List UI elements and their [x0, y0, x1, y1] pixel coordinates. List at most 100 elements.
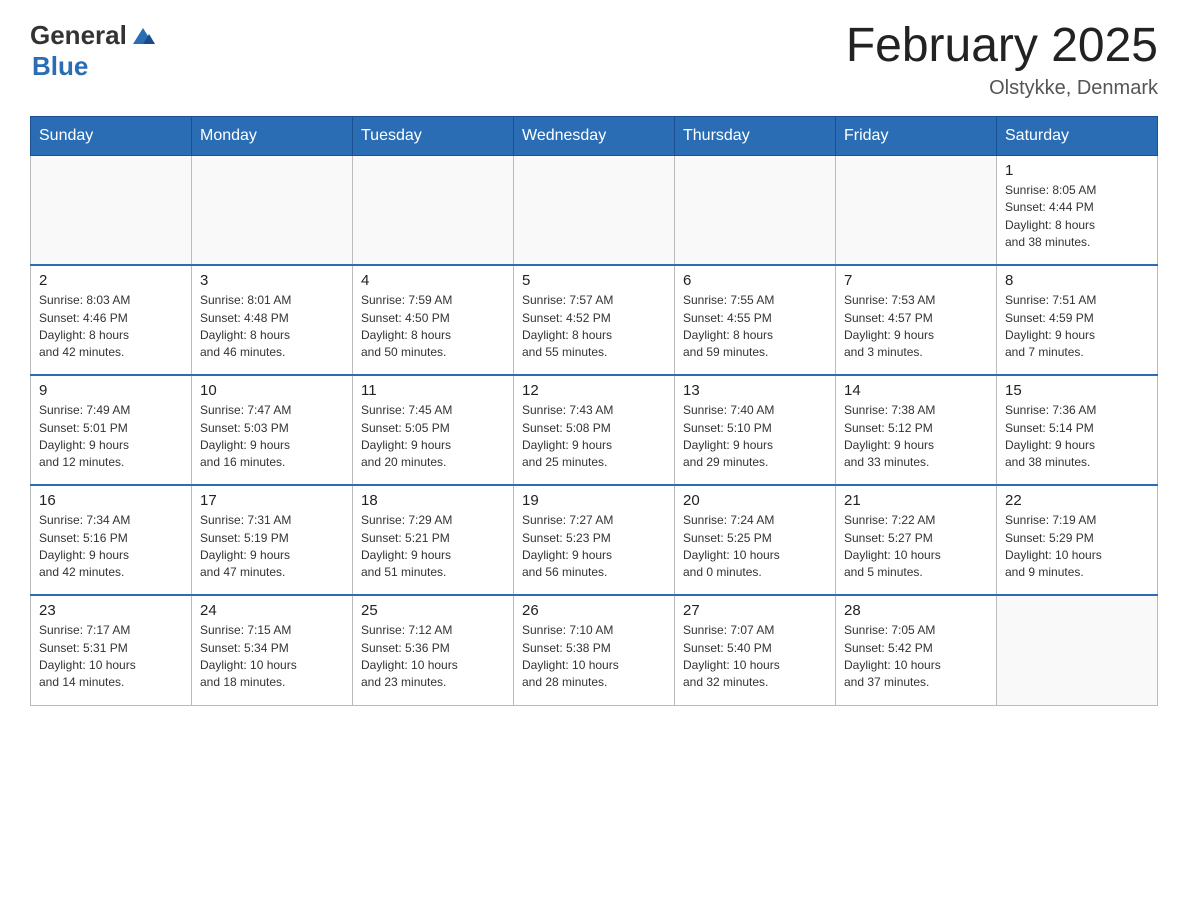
day-number: 12: [522, 382, 666, 399]
day-info: Sunrise: 7:38 AMSunset: 5:12 PMDaylight:…: [844, 402, 988, 472]
logo-general-text: General: [30, 20, 127, 51]
logo: General Blue: [30, 20, 157, 82]
day-info: Sunrise: 8:03 AMSunset: 4:46 PMDaylight:…: [39, 292, 183, 362]
day-info: Sunrise: 7:43 AMSunset: 5:08 PMDaylight:…: [522, 402, 666, 472]
day-info: Sunrise: 7:49 AMSunset: 5:01 PMDaylight:…: [39, 402, 183, 472]
day-number: 10: [200, 382, 344, 399]
day-info: Sunrise: 7:57 AMSunset: 4:52 PMDaylight:…: [522, 292, 666, 362]
calendar-day-cell: [31, 155, 192, 265]
day-number: 23: [39, 602, 183, 619]
day-info: Sunrise: 7:45 AMSunset: 5:05 PMDaylight:…: [361, 402, 505, 472]
day-info: Sunrise: 7:24 AMSunset: 5:25 PMDaylight:…: [683, 512, 827, 582]
day-number: 16: [39, 492, 183, 509]
calendar-day-cell: 20 Sunrise: 7:24 AMSunset: 5:25 PMDayligh…: [675, 485, 836, 595]
day-number: 18: [361, 492, 505, 509]
calendar-week-row: 2 Sunrise: 8:03 AMSunset: 4:46 PMDaylight…: [31, 265, 1158, 375]
day-number: 1: [1005, 162, 1149, 179]
calendar-day-cell: 1 Sunrise: 8:05 AMSunset: 4:44 PMDaylight…: [997, 155, 1158, 265]
day-info: Sunrise: 7:19 AMSunset: 5:29 PMDaylight:…: [1005, 512, 1149, 582]
calendar-day-header: Monday: [192, 116, 353, 155]
day-info: Sunrise: 8:01 AMSunset: 4:48 PMDaylight:…: [200, 292, 344, 362]
calendar-day-cell: 18 Sunrise: 7:29 AMSunset: 5:21 PMDayligh…: [353, 485, 514, 595]
calendar-day-cell: 9 Sunrise: 7:49 AMSunset: 5:01 PMDaylight…: [31, 375, 192, 485]
calendar-day-cell: 19 Sunrise: 7:27 AMSunset: 5:23 PMDayligh…: [514, 485, 675, 595]
day-info: Sunrise: 7:17 AMSunset: 5:31 PMDaylight:…: [39, 622, 183, 692]
day-number: 17: [200, 492, 344, 509]
day-number: 27: [683, 602, 827, 619]
calendar-day-cell: 27 Sunrise: 7:07 AMSunset: 5:40 PMDayligh…: [675, 595, 836, 705]
day-info: Sunrise: 7:27 AMSunset: 5:23 PMDaylight:…: [522, 512, 666, 582]
day-number: 3: [200, 272, 344, 289]
calendar-day-header: Sunday: [31, 116, 192, 155]
day-info: Sunrise: 7:51 AMSunset: 4:59 PMDaylight:…: [1005, 292, 1149, 362]
day-number: 9: [39, 382, 183, 399]
day-info: Sunrise: 7:07 AMSunset: 5:40 PMDaylight:…: [683, 622, 827, 692]
calendar-week-row: 16Sunrise: 7:34 AMSunset: 5:16 PMDayligh…: [31, 485, 1158, 595]
calendar-day-cell: 15 Sunrise: 7:36 AMSunset: 5:14 PMDayligh…: [997, 375, 1158, 485]
day-number: 28: [844, 602, 988, 619]
logo-icon: [129, 22, 157, 50]
calendar-day-cell: 17Sunrise: 7:31 AMSunset: 5:19 PMDayligh…: [192, 485, 353, 595]
day-info: Sunrise: 7:05 AMSunset: 5:42 PMDaylight:…: [844, 622, 988, 692]
calendar-week-row: 9 Sunrise: 7:49 AMSunset: 5:01 PMDaylight…: [31, 375, 1158, 485]
page-header: General Blue February 2025 Olstykke, Den…: [30, 20, 1158, 100]
calendar-day-cell: [514, 155, 675, 265]
day-number: 22: [1005, 492, 1149, 509]
day-number: 14: [844, 382, 988, 399]
calendar-day-cell: 12 Sunrise: 7:43 AMSunset: 5:08 PMDayligh…: [514, 375, 675, 485]
calendar-day-cell: 3 Sunrise: 8:01 AMSunset: 4:48 PMDaylight…: [192, 265, 353, 375]
day-number: 15: [1005, 382, 1149, 399]
calendar-week-row: 23 Sunrise: 7:17 AMSunset: 5:31 PMDayligh…: [31, 595, 1158, 705]
day-info: Sunrise: 7:36 AMSunset: 5:14 PMDaylight:…: [1005, 402, 1149, 472]
day-number: 5: [522, 272, 666, 289]
calendar-day-header: Friday: [836, 116, 997, 155]
day-info: Sunrise: 7:47 AMSunset: 5:03 PMDaylight:…: [200, 402, 344, 472]
calendar-day-cell: 4 Sunrise: 7:59 AMSunset: 4:50 PMDaylight…: [353, 265, 514, 375]
calendar-day-header: Saturday: [997, 116, 1158, 155]
calendar-day-cell: 24 Sunrise: 7:15 AMSunset: 5:34 PMDayligh…: [192, 595, 353, 705]
calendar-day-cell: 28 Sunrise: 7:05 AMSunset: 5:42 PMDayligh…: [836, 595, 997, 705]
day-number: 6: [683, 272, 827, 289]
calendar-day-header: Thursday: [675, 116, 836, 155]
day-number: 4: [361, 272, 505, 289]
day-info: Sunrise: 7:55 AMSunset: 4:55 PMDaylight:…: [683, 292, 827, 362]
day-info: Sunrise: 7:22 AMSunset: 5:27 PMDaylight:…: [844, 512, 988, 582]
logo-blue-text: Blue: [32, 51, 88, 82]
calendar-day-header: Wednesday: [514, 116, 675, 155]
day-info: Sunrise: 7:29 AMSunset: 5:21 PMDaylight:…: [361, 512, 505, 582]
day-number: 11: [361, 382, 505, 399]
day-info: Sunrise: 8:05 AMSunset: 4:44 PMDaylight:…: [1005, 182, 1149, 252]
calendar-day-cell: 7Sunrise: 7:53 AMSunset: 4:57 PMDaylight…: [836, 265, 997, 375]
day-info: Sunrise: 7:53 AMSunset: 4:57 PMDaylight:…: [844, 292, 988, 362]
calendar-day-cell: 8Sunrise: 7:51 AMSunset: 4:59 PMDaylight…: [997, 265, 1158, 375]
day-number: 13: [683, 382, 827, 399]
day-info: Sunrise: 7:40 AMSunset: 5:10 PMDaylight:…: [683, 402, 827, 472]
calendar-header-row: SundayMondayTuesdayWednesdayThursdayFrid…: [31, 116, 1158, 155]
calendar-day-cell: [997, 595, 1158, 705]
day-number: 25: [361, 602, 505, 619]
calendar-day-cell: [353, 155, 514, 265]
day-info: Sunrise: 7:15 AMSunset: 5:34 PMDaylight:…: [200, 622, 344, 692]
location-text: Olstykke, Denmark: [846, 77, 1158, 100]
calendar-day-cell: [675, 155, 836, 265]
day-number: 2: [39, 272, 183, 289]
day-info: Sunrise: 7:12 AMSunset: 5:36 PMDaylight:…: [361, 622, 505, 692]
day-number: 24: [200, 602, 344, 619]
month-title: February 2025: [846, 20, 1158, 73]
day-number: 20: [683, 492, 827, 509]
day-number: 21: [844, 492, 988, 509]
calendar-day-cell: 23 Sunrise: 7:17 AMSunset: 5:31 PMDayligh…: [31, 595, 192, 705]
day-info: Sunrise: 7:59 AMSunset: 4:50 PMDaylight:…: [361, 292, 505, 362]
calendar-day-cell: 22 Sunrise: 7:19 AMSunset: 5:29 PMDayligh…: [997, 485, 1158, 595]
calendar-day-cell: 2 Sunrise: 8:03 AMSunset: 4:46 PMDaylight…: [31, 265, 192, 375]
calendar-day-cell: [836, 155, 997, 265]
calendar-day-cell: 10 Sunrise: 7:47 AMSunset: 5:03 PMDayligh…: [192, 375, 353, 485]
calendar-day-cell: 5 Sunrise: 7:57 AMSunset: 4:52 PMDaylight…: [514, 265, 675, 375]
day-number: 19: [522, 492, 666, 509]
calendar-day-cell: 21 Sunrise: 7:22 AMSunset: 5:27 PMDayligh…: [836, 485, 997, 595]
calendar-week-row: 1 Sunrise: 8:05 AMSunset: 4:44 PMDaylight…: [31, 155, 1158, 265]
calendar-day-cell: [192, 155, 353, 265]
calendar-day-cell: 11 Sunrise: 7:45 AMSunset: 5:05 PMDayligh…: [353, 375, 514, 485]
day-number: 26: [522, 602, 666, 619]
calendar-day-cell: 16Sunrise: 7:34 AMSunset: 5:16 PMDayligh…: [31, 485, 192, 595]
